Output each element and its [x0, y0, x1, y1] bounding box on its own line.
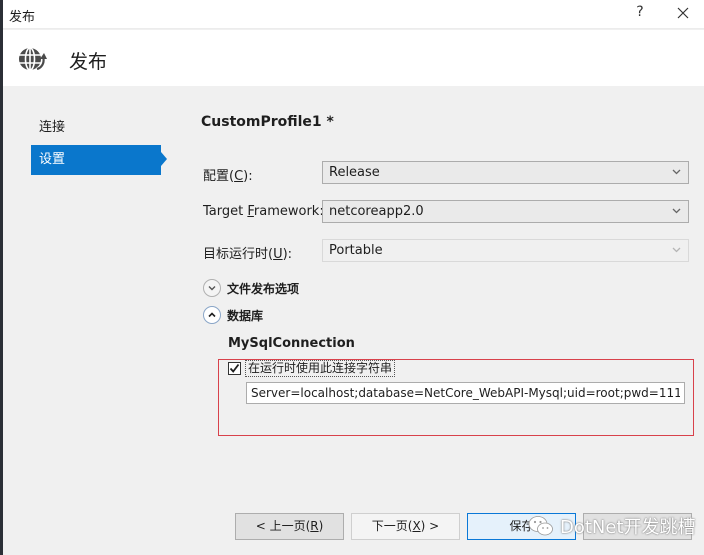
save-button[interactable]: 保存: [467, 513, 576, 540]
sidebar-item-label: 连接: [39, 120, 66, 135]
target-runtime-select[interactable]: Portable: [322, 239, 689, 262]
button-text: 保存: [509, 519, 534, 533]
sidebar-item-settings[interactable]: 设置: [31, 145, 161, 175]
chevron-down-icon: [672, 244, 682, 256]
checkmark-icon: [229, 363, 240, 373]
section-label: 数据库: [227, 308, 264, 323]
profile-name: CustomProfile1 *: [201, 114, 334, 130]
label-text: ):: [282, 247, 293, 262]
button-text: < 上一页(: [255, 519, 311, 533]
close-icon: [677, 7, 689, 19]
active-item-indicator: [161, 152, 167, 166]
button-text: 下一页(: [371, 519, 413, 533]
sidebar-item-label: 设置: [39, 152, 66, 167]
label-text: 配置(: [203, 169, 235, 184]
select-value: netcoreapp2.0: [329, 204, 424, 219]
label-text: ramework:: [253, 204, 324, 219]
access-key: C: [234, 169, 244, 184]
target-framework-select[interactable]: netcoreapp2.0: [322, 200, 689, 223]
section-label: 文件发布选项: [227, 281, 300, 296]
close-button[interactable]: [674, 3, 692, 23]
help-button[interactable]: ?: [632, 4, 648, 24]
file-publish-options-toggle[interactable]: 文件发布选项: [203, 278, 299, 298]
next-button[interactable]: 下一页(X) >: [351, 513, 460, 540]
page-header: 发布: [0, 30, 704, 86]
database-section-toggle[interactable]: 数据库: [203, 305, 263, 325]
cancel-button[interactable]: 取消: [583, 513, 692, 540]
label-text: ):: [243, 169, 253, 184]
button-text: ): [318, 519, 324, 533]
connection-name: MySqlConnection: [228, 336, 355, 351]
window-title: 发布: [9, 10, 36, 25]
select-value: Release: [329, 165, 380, 180]
page-title: 发布: [69, 51, 108, 73]
previous-button[interactable]: < 上一页(R): [235, 513, 344, 540]
globe-publish-icon: [19, 47, 47, 71]
connection-string-input[interactable]: [246, 382, 685, 404]
title-bar: 发布 ?: [0, 0, 704, 29]
select-value: Portable: [329, 243, 383, 258]
checkbox[interactable]: [228, 361, 241, 375]
access-key: R: [310, 519, 319, 533]
configuration-select[interactable]: Release: [322, 161, 689, 184]
target-framework-label: Target Framework:: [203, 204, 324, 219]
label-text: 目标运行时(: [203, 247, 274, 262]
chevron-down-icon: [672, 166, 682, 178]
use-connection-at-runtime-checkbox[interactable]: 在运行时使用此连接字符串: [228, 359, 396, 377]
access-key: X: [412, 519, 421, 533]
window-edge: [0, 0, 3, 555]
configuration-label: 配置(C):: [203, 165, 253, 184]
expand-chevron-icon: [203, 279, 221, 297]
access-key: U: [273, 247, 283, 262]
checkbox-label: 在运行时使用此连接字符串: [245, 359, 396, 377]
button-text: ) >: [420, 519, 440, 533]
chevron-down-icon: [672, 205, 682, 217]
label-text: Target: [203, 204, 248, 219]
target-runtime-label: 目标运行时(U):: [203, 243, 292, 262]
sidebar-item-connection[interactable]: 连接: [31, 113, 161, 143]
collapse-chevron-icon: [203, 306, 221, 324]
